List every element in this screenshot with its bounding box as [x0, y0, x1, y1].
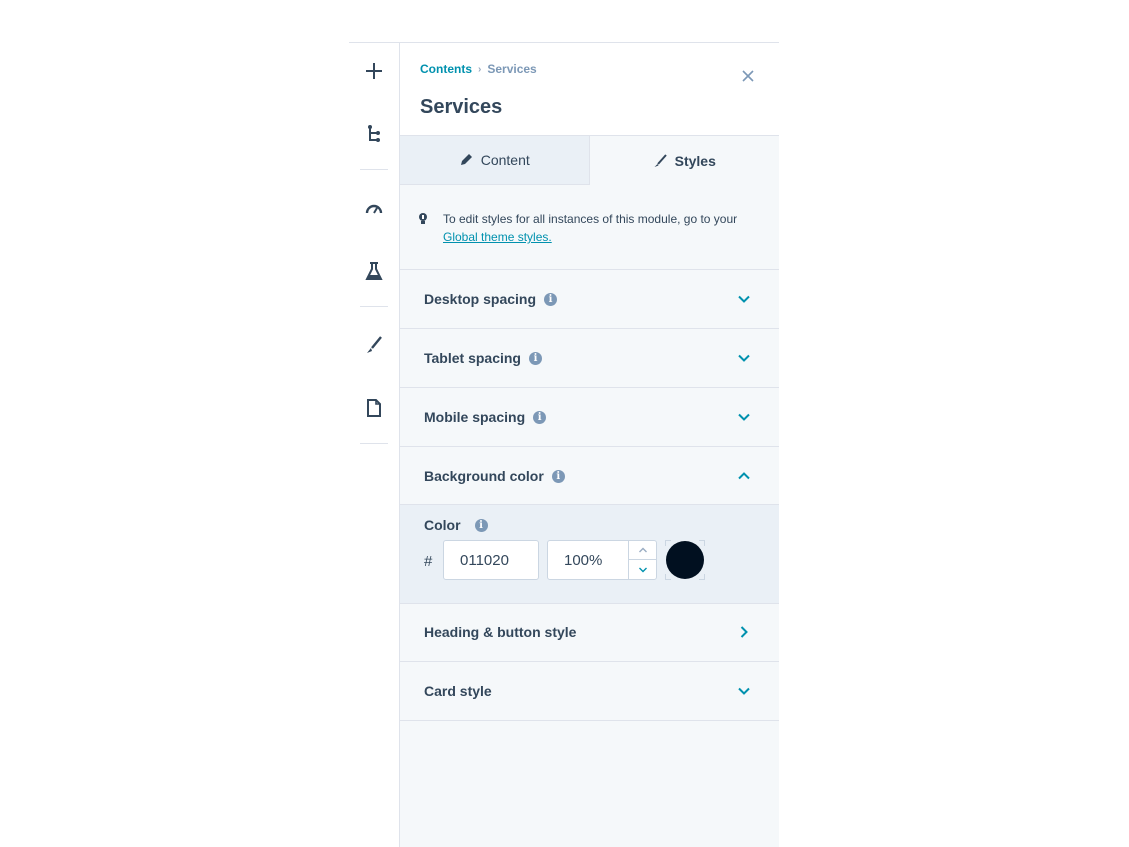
section-label: Card style	[424, 683, 492, 699]
info-icon[interactable]: i	[551, 469, 565, 483]
chevron-right-icon	[740, 626, 748, 638]
optimize-button[interactable]	[360, 194, 388, 222]
flask-icon	[365, 262, 383, 280]
section-tablet-spacing-label: Tablet spacing	[424, 350, 521, 366]
section-label: Tablet spacing i	[424, 350, 542, 366]
section-background-color-label: Background color	[424, 468, 544, 484]
design-button[interactable]	[360, 331, 388, 359]
breadcrumb: Contents › Services	[420, 62, 537, 76]
chevron-up-icon	[639, 547, 647, 553]
close-button[interactable]	[739, 67, 757, 85]
info-icon[interactable]: i	[544, 292, 558, 306]
brush-icon	[367, 336, 382, 353]
rail-divider	[360, 306, 388, 307]
panel-header: Contents › Services Services	[400, 43, 779, 135]
chevron-up-icon	[738, 472, 750, 480]
module-panel: Contents › Services Services Content Sty…	[400, 43, 779, 847]
rail-divider	[360, 443, 388, 444]
breadcrumb-current: Services	[487, 62, 537, 76]
color-swatch	[666, 541, 704, 579]
section-heading-button-style[interactable]: Heading & button style	[400, 604, 779, 662]
global-styles-notice: To edit styles for all instances of this…	[400, 185, 779, 270]
opacity-stepper	[628, 541, 657, 579]
tab-styles-label: Styles	[674, 152, 716, 169]
section-tablet-spacing[interactable]: Tablet spacing i	[400, 329, 779, 388]
chevron-down-icon	[738, 687, 750, 695]
file-icon	[367, 399, 381, 417]
section-desktop-spacing-label: Desktop spacing	[424, 291, 537, 307]
chevron-down-icon	[738, 354, 750, 362]
info-icon[interactable]: i	[474, 518, 488, 532]
breadcrumb-parent-link[interactable]: Contents	[420, 62, 472, 76]
section-label: Heading & button style	[424, 624, 576, 640]
gauge-icon	[365, 204, 383, 214]
section-mobile-spacing[interactable]: Mobile spacing i	[400, 388, 779, 447]
info-icon[interactable]: i	[528, 351, 542, 365]
page-title: Services	[420, 96, 503, 118]
brush-icon	[654, 153, 667, 167]
page-settings-button[interactable]	[360, 394, 388, 422]
editor-sidebar: Contents › Services Services Content Sty…	[349, 42, 779, 847]
chevron-down-icon	[738, 413, 750, 421]
panel-tabs: Content Styles	[400, 135, 779, 185]
global-theme-styles-link[interactable]: Global theme styles.	[443, 230, 552, 244]
background-color-field: Color i # 100%	[400, 505, 779, 604]
color-label: Color	[424, 517, 461, 533]
section-desktop-spacing[interactable]: Desktop spacing i	[400, 270, 779, 329]
chevron-down-icon	[738, 295, 750, 303]
rail-divider	[360, 169, 388, 170]
plus-icon	[366, 63, 382, 79]
chevron-down-icon	[639, 567, 647, 572]
section-card-style-label: Card style	[424, 683, 492, 699]
color-field-label: Color i	[424, 517, 488, 533]
structure-button[interactable]	[360, 120, 388, 148]
pencil-icon	[460, 154, 472, 165]
tab-content-label: Content	[480, 152, 530, 168]
left-rail	[349, 43, 400, 847]
test-button[interactable]	[360, 257, 388, 285]
notice-message: To edit styles for all instances of this…	[443, 212, 738, 226]
color-swatch-button[interactable]	[665, 540, 705, 580]
section-background-color[interactable]: Background color i	[400, 447, 779, 505]
section-label: Mobile spacing i	[424, 409, 547, 425]
hash-prefix: #	[424, 553, 433, 570]
section-label: Background color i	[424, 468, 565, 484]
close-icon	[742, 70, 754, 82]
opacity-increment-button[interactable]	[629, 541, 657, 560]
notice-text: To edit styles for all instances of this…	[443, 210, 753, 246]
hex-color-input[interactable]	[443, 540, 539, 580]
section-card-style[interactable]: Card style	[400, 662, 779, 721]
opacity-value: 100%	[564, 552, 603, 569]
opacity-decrement-button[interactable]	[629, 560, 657, 579]
opacity-field[interactable]: 100%	[547, 540, 657, 580]
add-button[interactable]	[360, 57, 388, 85]
tab-styles[interactable]: Styles	[589, 136, 779, 185]
section-label: Desktop spacing i	[424, 291, 558, 307]
info-icon[interactable]: i	[533, 410, 547, 424]
breadcrumb-separator: ›	[478, 63, 482, 75]
lightbulb-icon	[419, 213, 427, 224]
tab-content[interactable]: Content	[400, 136, 590, 185]
section-heading-button-style-label: Heading & button style	[424, 624, 577, 640]
section-mobile-spacing-label: Mobile spacing	[424, 409, 526, 425]
tree-icon	[368, 125, 380, 142]
